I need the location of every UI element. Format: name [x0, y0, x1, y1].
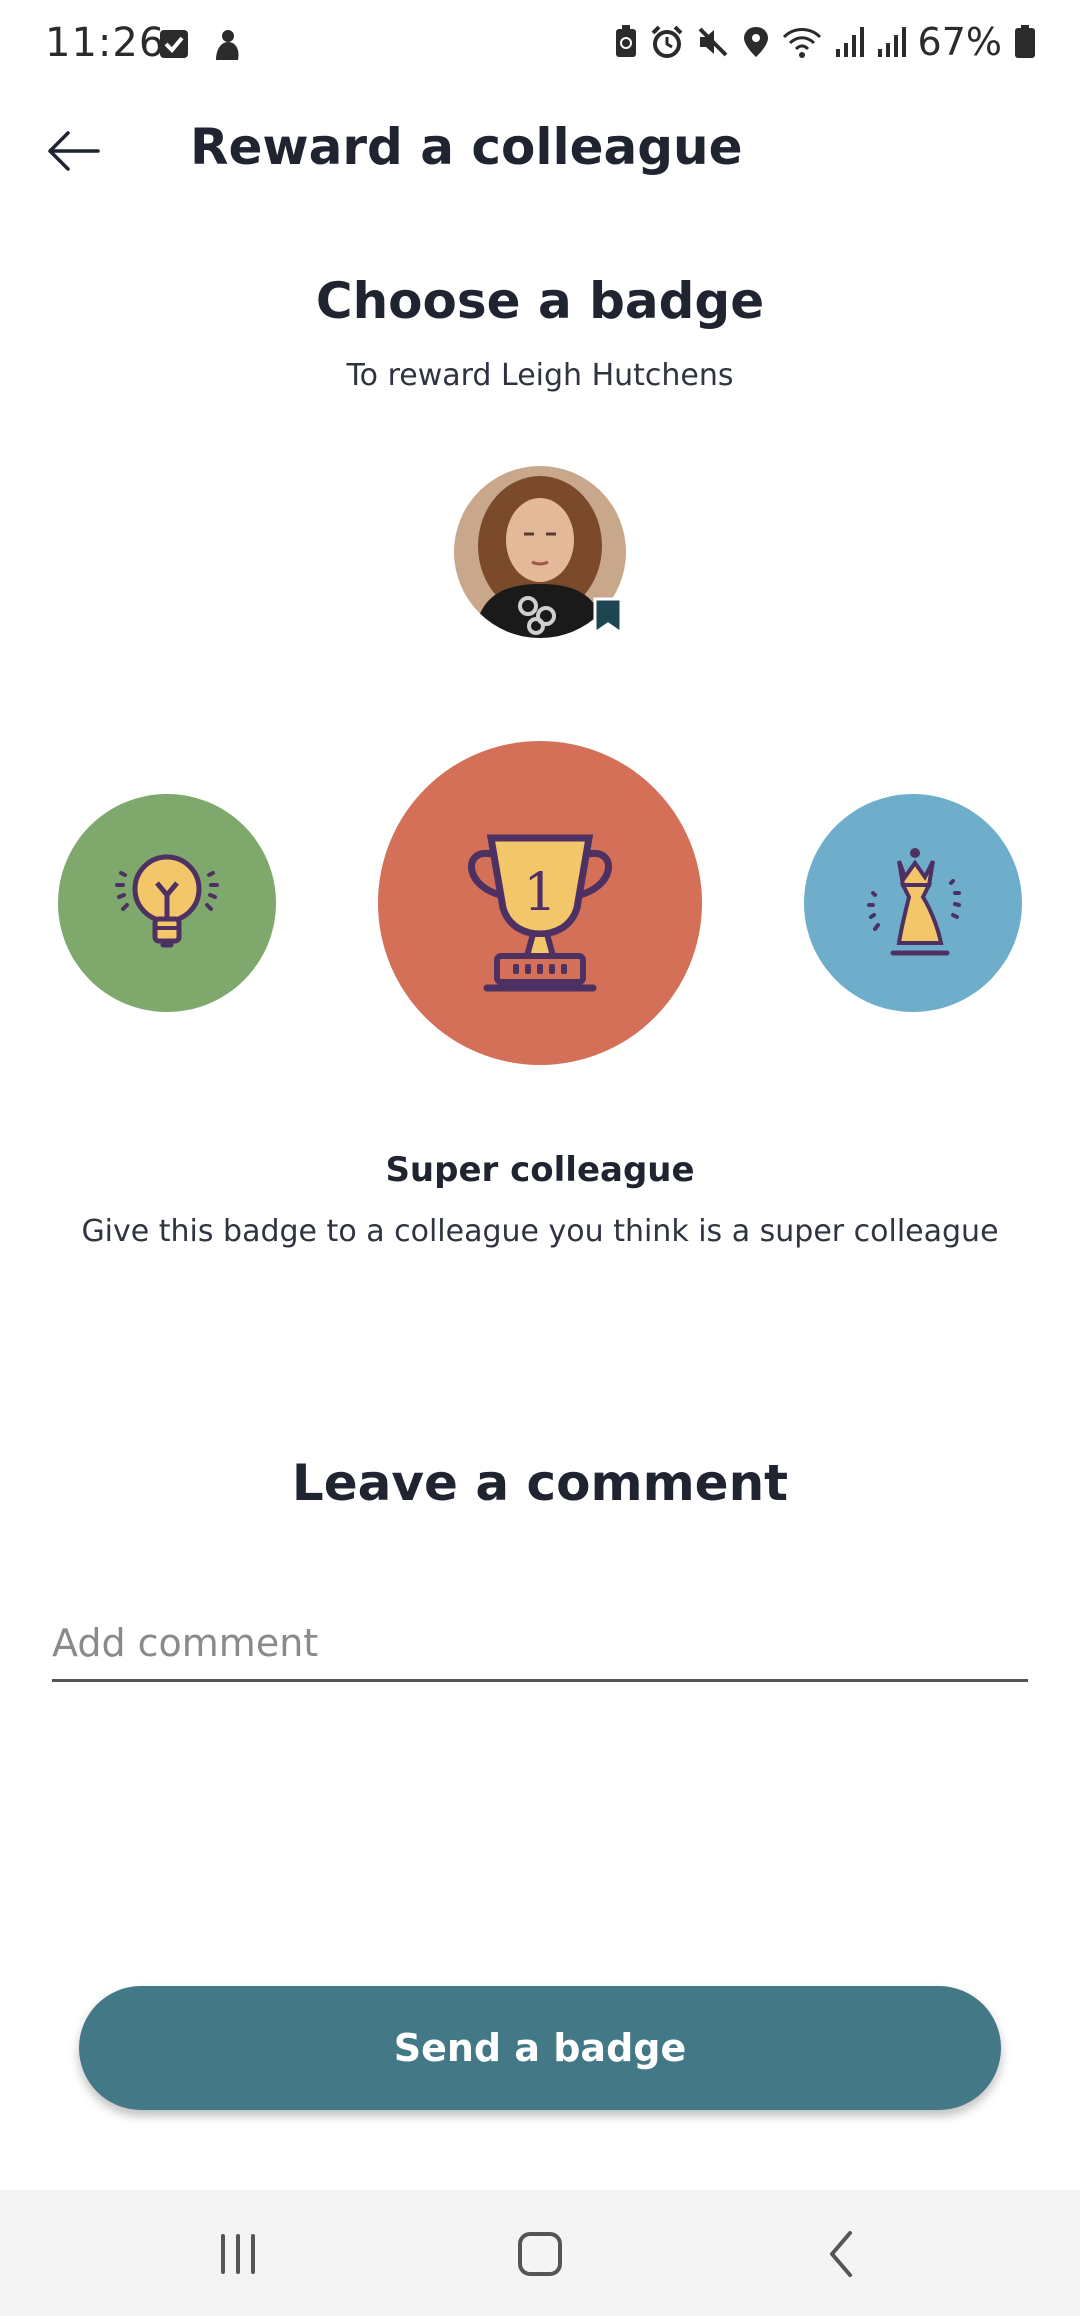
- status-bar: 11:26 67%: [0, 0, 1080, 96]
- badge-option-strategy[interactable]: [804, 794, 1022, 1012]
- battery-saver-icon: [615, 25, 636, 57]
- choose-badge-title: Choose a badge: [315, 272, 765, 330]
- alarm-icon: [651, 25, 682, 58]
- reward-screen: 11:26 67% Reward a colleague Choose a ba…: [0, 0, 1080, 2316]
- selected-badge-description: Give this badge to a colleague you think…: [81, 1214, 999, 1249]
- reward-recipient-subtitle: To reward Leigh Hutchens: [346, 358, 734, 393]
- page-title: Reward a colleague: [190, 118, 743, 176]
- status-left-icons: [158, 28, 242, 62]
- checkbox-icon: [160, 30, 188, 58]
- home-icon: [518, 2232, 562, 2276]
- app-bar: Reward a colleague: [0, 96, 1080, 206]
- badge-option-idea[interactable]: [58, 794, 276, 1012]
- bookmark-icon: [593, 597, 623, 636]
- selected-badge-name: Super colleague: [385, 1150, 695, 1190]
- battery-percent: 67%: [917, 20, 1002, 64]
- lightbulb-icon: [115, 854, 219, 948]
- signal-icon: [835, 27, 864, 57]
- status-right-icons: 67%: [614, 20, 1036, 64]
- wifi-icon: [782, 28, 821, 58]
- system-back-button[interactable]: [802, 2222, 882, 2286]
- status-time: 11:26: [45, 20, 166, 66]
- location-icon: [743, 27, 768, 57]
- notification-icon: [216, 30, 239, 60]
- home-button[interactable]: [500, 2222, 580, 2286]
- recents-icon: [221, 2234, 255, 2274]
- badge-option-super-colleague[interactable]: 1: [378, 741, 702, 1065]
- back-button[interactable]: [40, 118, 106, 184]
- trophy-icon: 1: [468, 834, 612, 992]
- svg-text:1: 1: [523, 863, 556, 923]
- battery-icon: [1015, 25, 1035, 58]
- arrow-left-icon: [48, 131, 100, 171]
- system-nav-bar: [0, 2190, 1080, 2316]
- chess-queen-icon: [867, 848, 961, 956]
- recents-button[interactable]: [198, 2222, 278, 2286]
- recipient-avatar: [454, 466, 626, 638]
- send-badge-button[interactable]: Send a badge: [79, 1986, 1001, 2110]
- leave-comment-title: Leave a comment: [291, 1454, 789, 1512]
- mute-icon: [698, 27, 727, 57]
- comment-input[interactable]: [52, 1614, 1028, 1682]
- signal-icon: [877, 27, 906, 57]
- back-icon: [830, 2231, 852, 2277]
